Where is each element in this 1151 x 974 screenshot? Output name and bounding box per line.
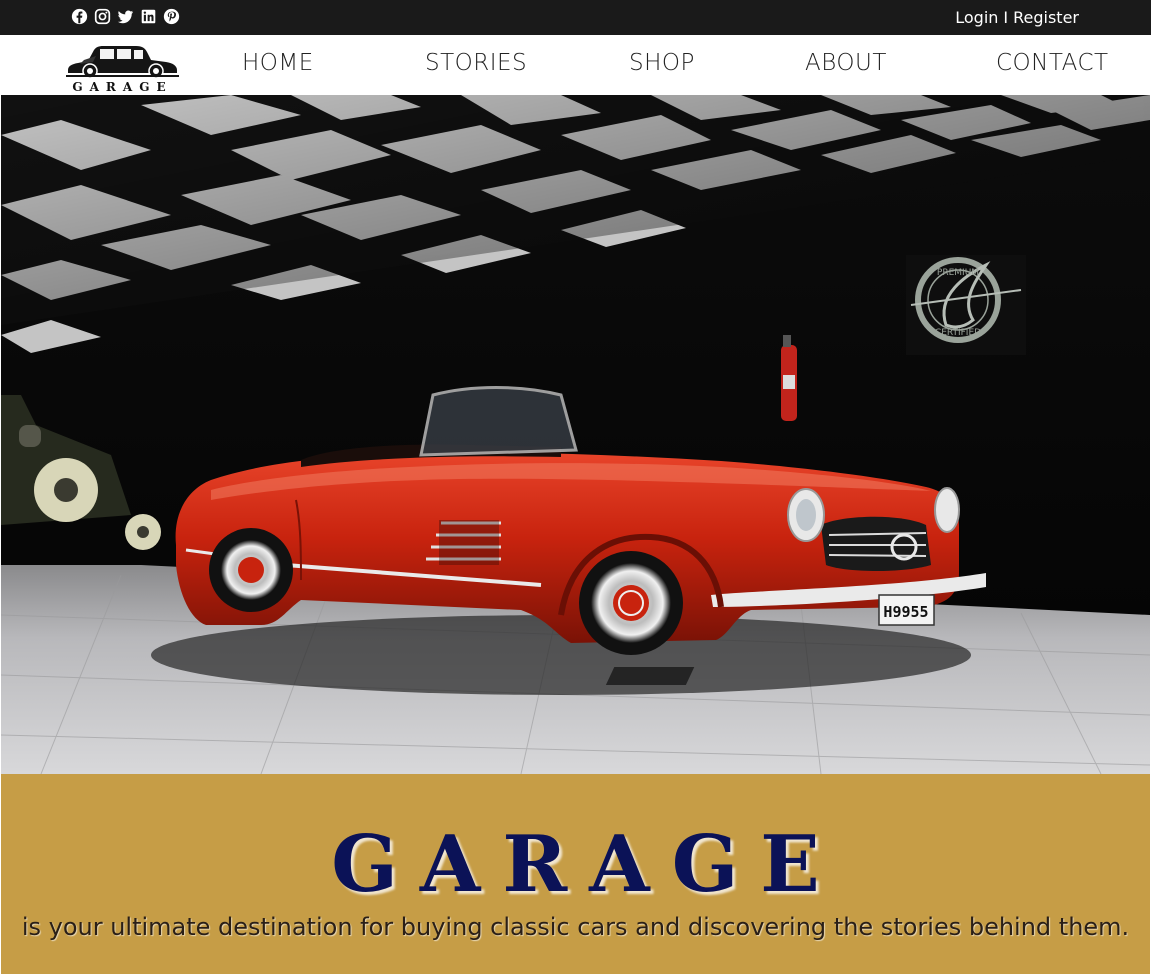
login-link[interactable]: Login <box>955 8 998 27</box>
brand-title: GARAGE <box>331 819 842 910</box>
facebook-icon[interactable] <box>71 8 88 25</box>
nav-home[interactable]: HOME <box>242 50 314 76</box>
sign-bottom-text: CERTIFIED <box>935 328 981 338</box>
auth-links: Login I Register <box>955 8 1079 27</box>
nav-shop[interactable]: SHOP <box>629 50 695 76</box>
register-link[interactable]: Register <box>1013 8 1079 27</box>
twitter-icon[interactable] <box>117 8 134 25</box>
sign-top-text: PREMIUM <box>937 268 979 278</box>
top-bar: Login I Register <box>0 0 1151 35</box>
nav-about[interactable]: ABOUT <box>805 50 887 76</box>
nav-contact[interactable]: CONTACT <box>996 50 1109 76</box>
garage-logo[interactable]: GARAGE <box>66 40 179 94</box>
social-links <box>71 8 180 25</box>
instagram-icon[interactable] <box>94 8 111 25</box>
auth-separator: I <box>1003 8 1009 27</box>
pinterest-icon[interactable] <box>163 8 180 25</box>
hero-image: PREMIUM CERTIFIED H9955 <box>1 95 1150 774</box>
license-plate-text: H9955 <box>883 603 928 621</box>
classic-car-logo-icon <box>66 46 179 79</box>
main-nav: GARAGE HOME STORIES SHOP ABOUT CONTACT <box>1 35 1150 96</box>
linkedin-icon[interactable] <box>140 8 157 25</box>
nav-stories[interactable]: STORIES <box>425 50 527 76</box>
fire-extinguisher <box>781 335 797 421</box>
brand-tagline: is your ultimate destination for buying … <box>21 913 1130 941</box>
premium-certified-sign: PREMIUM CERTIFIED <box>906 255 1026 355</box>
logo-text: GARAGE <box>72 80 173 94</box>
garage-scene: PREMIUM CERTIFIED H9955 <box>1 95 1150 774</box>
intro-banner: GARAGE is your ultimate destination for … <box>1 774 1150 974</box>
